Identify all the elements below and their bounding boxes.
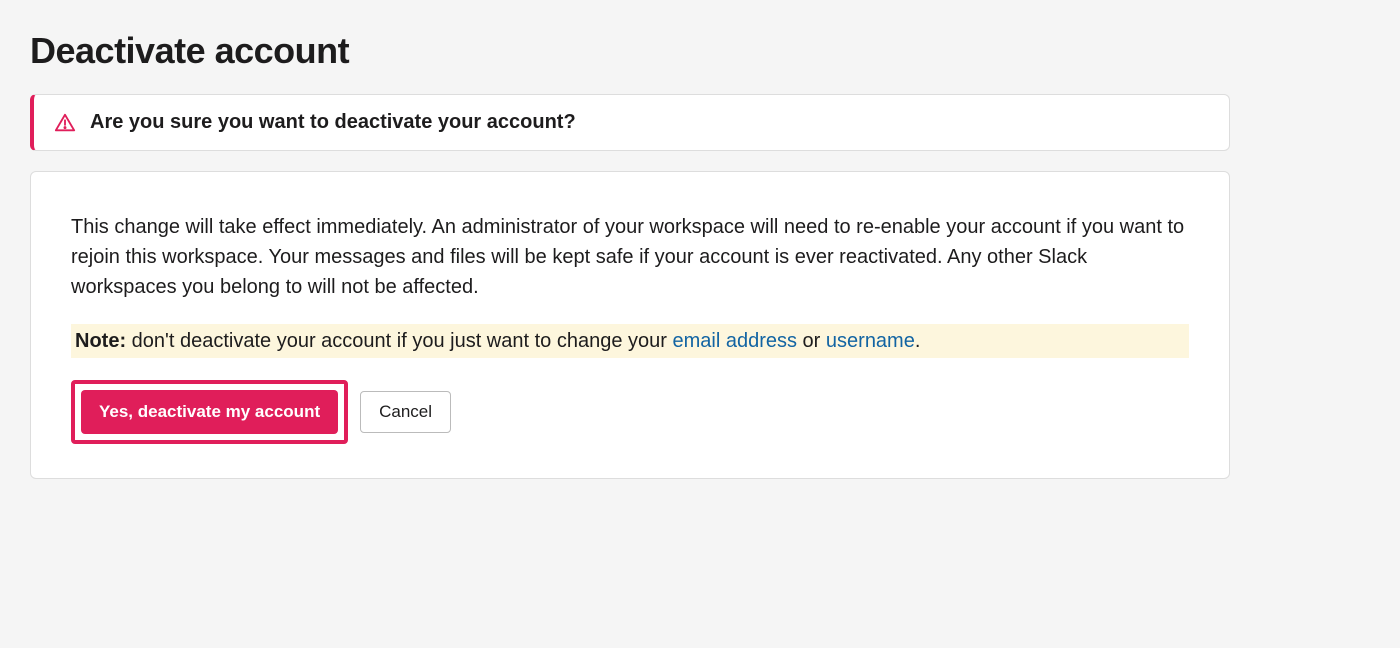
- confirm-deactivate-button[interactable]: Yes, deactivate my account: [81, 390, 338, 434]
- highlight-frame: Yes, deactivate my account: [71, 380, 348, 444]
- email-address-link[interactable]: email address: [672, 330, 797, 352]
- confirmation-banner: Are you sure you want to deactivate your…: [30, 94, 1230, 151]
- content-card: This change will take effect immediately…: [30, 171, 1230, 479]
- button-row: Yes, deactivate my account Cancel: [71, 380, 1189, 444]
- note-text-prefix: don't deactivate your account if you jus…: [126, 330, 672, 352]
- cancel-button[interactable]: Cancel: [360, 391, 451, 433]
- note-text-middle: or: [797, 330, 826, 352]
- note-text-suffix: .: [915, 330, 921, 352]
- note-block: Note: don't deactivate your account if y…: [71, 324, 1189, 358]
- username-link[interactable]: username: [826, 330, 915, 352]
- warning-icon: [54, 112, 76, 134]
- confirmation-banner-text: Are you sure you want to deactivate your…: [90, 111, 576, 134]
- deactivate-description: This change will take effect immediately…: [71, 212, 1189, 302]
- note-label: Note:: [75, 330, 126, 352]
- page-title: Deactivate account: [30, 30, 1230, 72]
